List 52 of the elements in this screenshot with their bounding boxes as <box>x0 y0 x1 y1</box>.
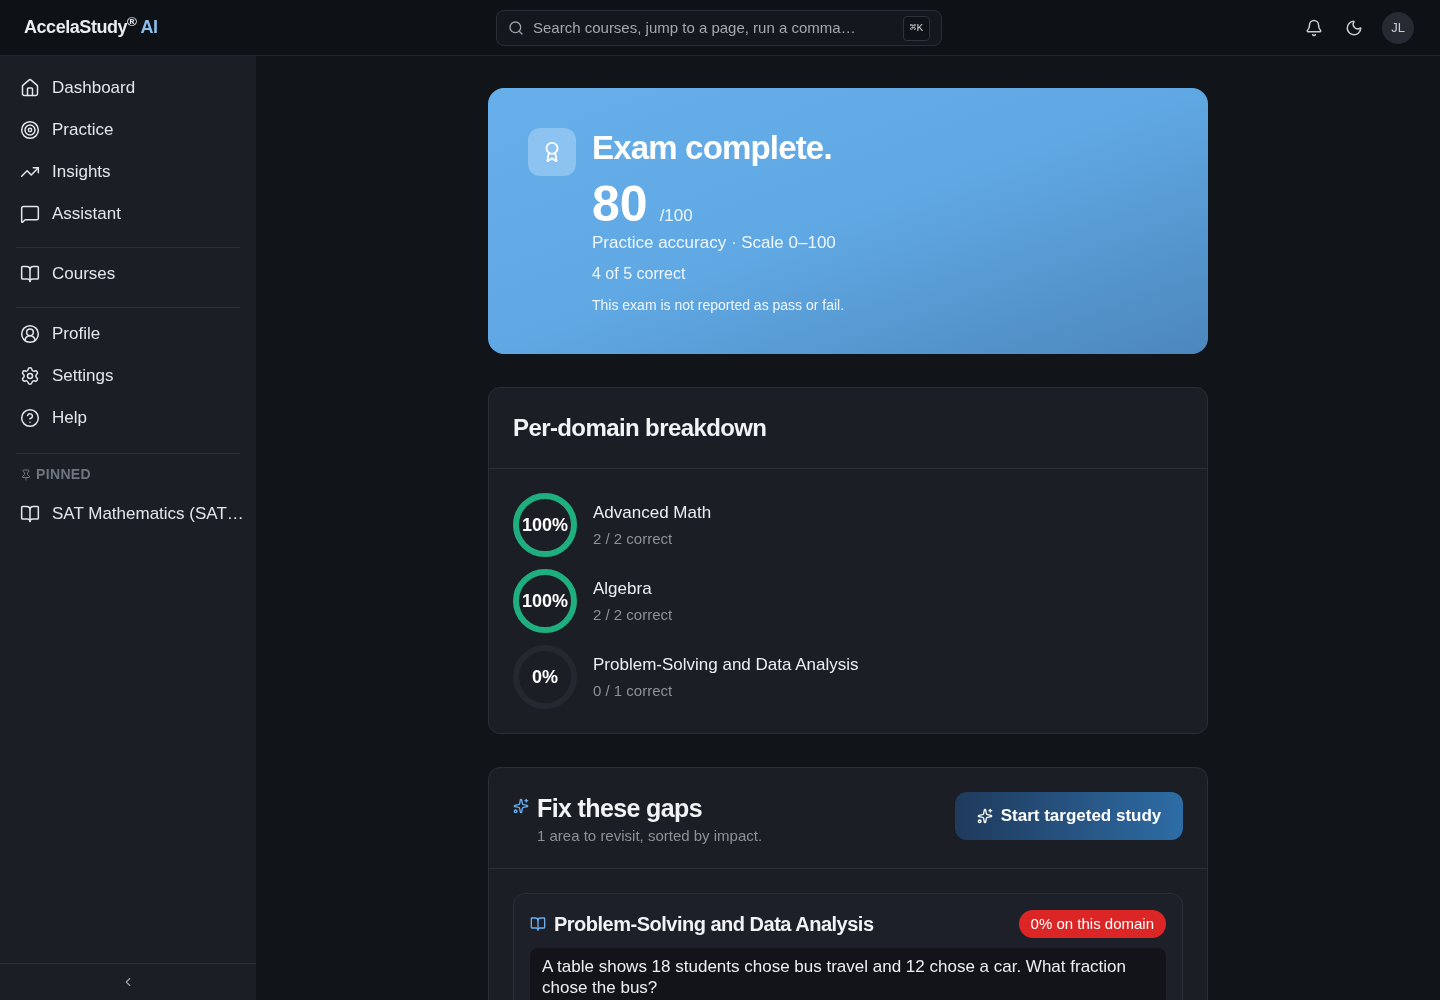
score-max: /100 <box>659 206 693 226</box>
percent-label: 100% <box>521 513 568 537</box>
sparkle-icon <box>976 808 993 824</box>
pin-icon <box>20 468 32 481</box>
nav-item[interactable]: SAT Mathematics (SAT… <box>16 493 240 535</box>
score-badge: 0% on this domain <box>1018 910 1166 938</box>
target-icon <box>20 120 40 140</box>
progress-ring <box>513 493 577 557</box>
percent-label: 0% <box>532 665 558 689</box>
nav-item[interactable]: Dashboard <box>16 67 240 109</box>
nav-item[interactable]: Settings <box>16 355 240 397</box>
nav-item[interactable]: Courses <box>16 253 240 295</box>
score-metric: Practice accuracy · Scale 0–100 <box>592 232 837 254</box>
domain-name: Advanced Math <box>593 501 712 524</box>
card-title: Fix these gaps <box>537 793 703 824</box>
domain-score: 0 / 1 correct <box>593 680 674 701</box>
result-note: This exam is not reported as pass or fail. <box>592 296 845 315</box>
gap-title: Problem-Solving and Data Analysis <box>554 912 874 937</box>
domain-score: 2 / 2 correct <box>593 604 673 625</box>
correct-count: 4 of 5 correct <box>592 264 687 284</box>
help-icon <box>20 408 40 428</box>
book-icon <box>530 916 546 932</box>
user-avatar[interactable]: JL <box>1382 11 1414 44</box>
chat-icon <box>20 204 40 224</box>
card-title: Per-domain breakdown <box>513 413 768 443</box>
domain-name: Algebra <box>593 577 653 600</box>
question-text: A table shows 18 students chose bus travel and 12 chose a car. What fraction chose the bus? <box>542 956 1127 998</box>
sparkle-icon <box>513 798 529 814</box>
book-icon <box>20 264 40 284</box>
book-icon <box>20 504 40 524</box>
nav-item[interactable]: Profile <box>16 313 240 355</box>
nav-item[interactable]: Help <box>16 397 240 439</box>
percent-label: 100% <box>521 589 568 613</box>
score-value: 80 <box>592 182 648 226</box>
start-study-button[interactable]: Start targeted study <box>955 792 1183 840</box>
bell-icon <box>1305 18 1323 37</box>
user-icon <box>20 324 40 344</box>
card-subtitle: 1 area to revisit, sorted by impact. <box>537 826 763 846</box>
search-icon <box>508 19 524 36</box>
domain-score: 2 / 2 correct <box>593 528 674 549</box>
result-title: Exam complete. <box>592 128 833 168</box>
award-icon <box>528 128 576 176</box>
section-label: PINNED <box>36 465 91 484</box>
moon-icon <box>1345 18 1363 37</box>
domain-name: Problem-Solving and Data Analysis <box>593 653 859 676</box>
progress-ring <box>513 569 577 633</box>
home-icon <box>20 78 40 98</box>
nav-item[interactable]: Practice <box>16 109 240 151</box>
brand-logo[interactable]: AccelaStudy$^{®}$ AI <box>24 14 158 41</box>
nav-item[interactable]: Insights <box>16 151 240 193</box>
settings-icon <box>20 366 40 386</box>
nav-item[interactable]: Assistant <box>16 193 240 235</box>
